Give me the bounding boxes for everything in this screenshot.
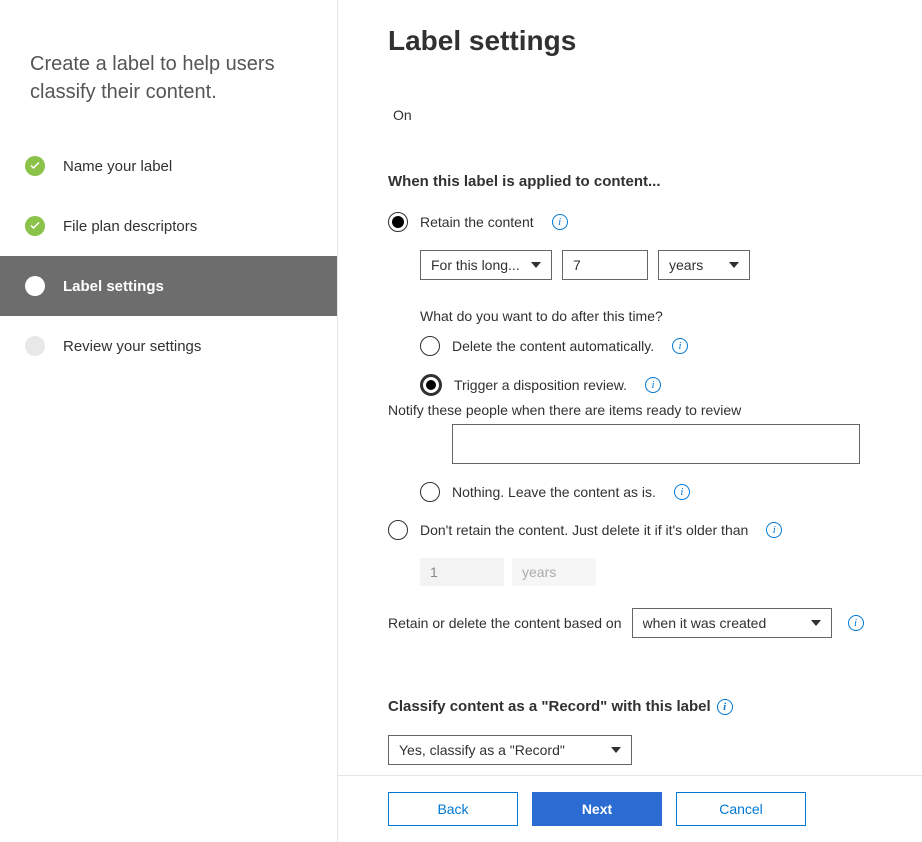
option-delete-auto[interactable]: Delete the content automatically. i [420,336,872,356]
after-time-question: What do you want to do after this time? [420,308,872,324]
step-label: Review your settings [63,338,201,355]
duration-value-input[interactable] [562,250,648,280]
info-icon[interactable]: i [672,338,688,354]
radio-label: Nothing. Leave the content as is. [452,484,656,500]
step-file-plan-descriptors[interactable]: File plan descriptors [0,196,337,256]
option-retain[interactable]: Retain the content i [388,212,872,232]
dont-retain-value-input [420,558,504,586]
notify-label: Notify these people when there are items… [388,402,872,418]
step-name-your-label[interactable]: Name your label [0,136,337,196]
radio-label: Trigger a disposition review. [454,377,627,393]
info-icon[interactable]: i [552,214,568,230]
radio-label: Don't retain the content. Just delete it… [420,522,748,538]
step-label: Name your label [63,158,172,175]
cancel-button[interactable]: Cancel [676,792,806,826]
step-label: Label settings [63,278,164,295]
radio-label: Retain the content [420,214,534,230]
dont-retain-unit-select: years [512,558,596,586]
retention-toggle-state: On [388,107,872,123]
based-on-label: Retain or delete the content based on [388,615,622,631]
info-icon[interactable]: i [645,377,661,393]
record-section-title: Classify content as a "Record" with this… [388,698,872,715]
step-review-settings[interactable]: Review your settings [0,316,337,376]
radio-icon[interactable] [420,336,440,356]
info-icon[interactable]: i [848,615,864,631]
main-content: Label settings On When this label is app… [338,0,922,775]
radio-icon[interactable] [388,212,408,232]
when-applied-heading: When this label is applied to content... [388,173,872,190]
radio-icon[interactable] [420,374,442,396]
step-label-settings[interactable]: Label settings [0,256,337,316]
based-on-select[interactable]: when it was created [632,608,832,638]
info-icon[interactable]: i [717,699,733,715]
radio-icon[interactable] [420,482,440,502]
option-nothing[interactable]: Nothing. Leave the content as is. i [420,482,872,502]
wizard-sidebar: Create a label to help users classify th… [0,0,338,842]
option-dont-retain[interactable]: Don't retain the content. Just delete it… [388,520,872,540]
current-step-icon [25,276,45,296]
duration-unit-select[interactable]: years [658,250,750,280]
notify-people-input[interactable] [452,424,860,464]
check-icon [25,216,45,236]
sidebar-header: Create a label to help users classify th… [0,50,337,136]
pending-step-icon [25,336,45,356]
duration-mode-select[interactable]: For this long... [420,250,552,280]
wizard-footer: Back Next Cancel [338,775,922,842]
radio-icon[interactable] [388,520,408,540]
info-icon[interactable]: i [766,522,782,538]
page-title: Label settings [388,25,872,57]
info-icon[interactable]: i [674,484,690,500]
classify-record-select[interactable]: Yes, classify as a "Record" [388,735,632,765]
step-label: File plan descriptors [63,218,197,235]
radio-label: Delete the content automatically. [452,338,654,354]
check-icon [25,156,45,176]
back-button[interactable]: Back [388,792,518,826]
option-trigger-disposition[interactable]: Trigger a disposition review. i [420,374,872,396]
next-button[interactable]: Next [532,792,662,826]
